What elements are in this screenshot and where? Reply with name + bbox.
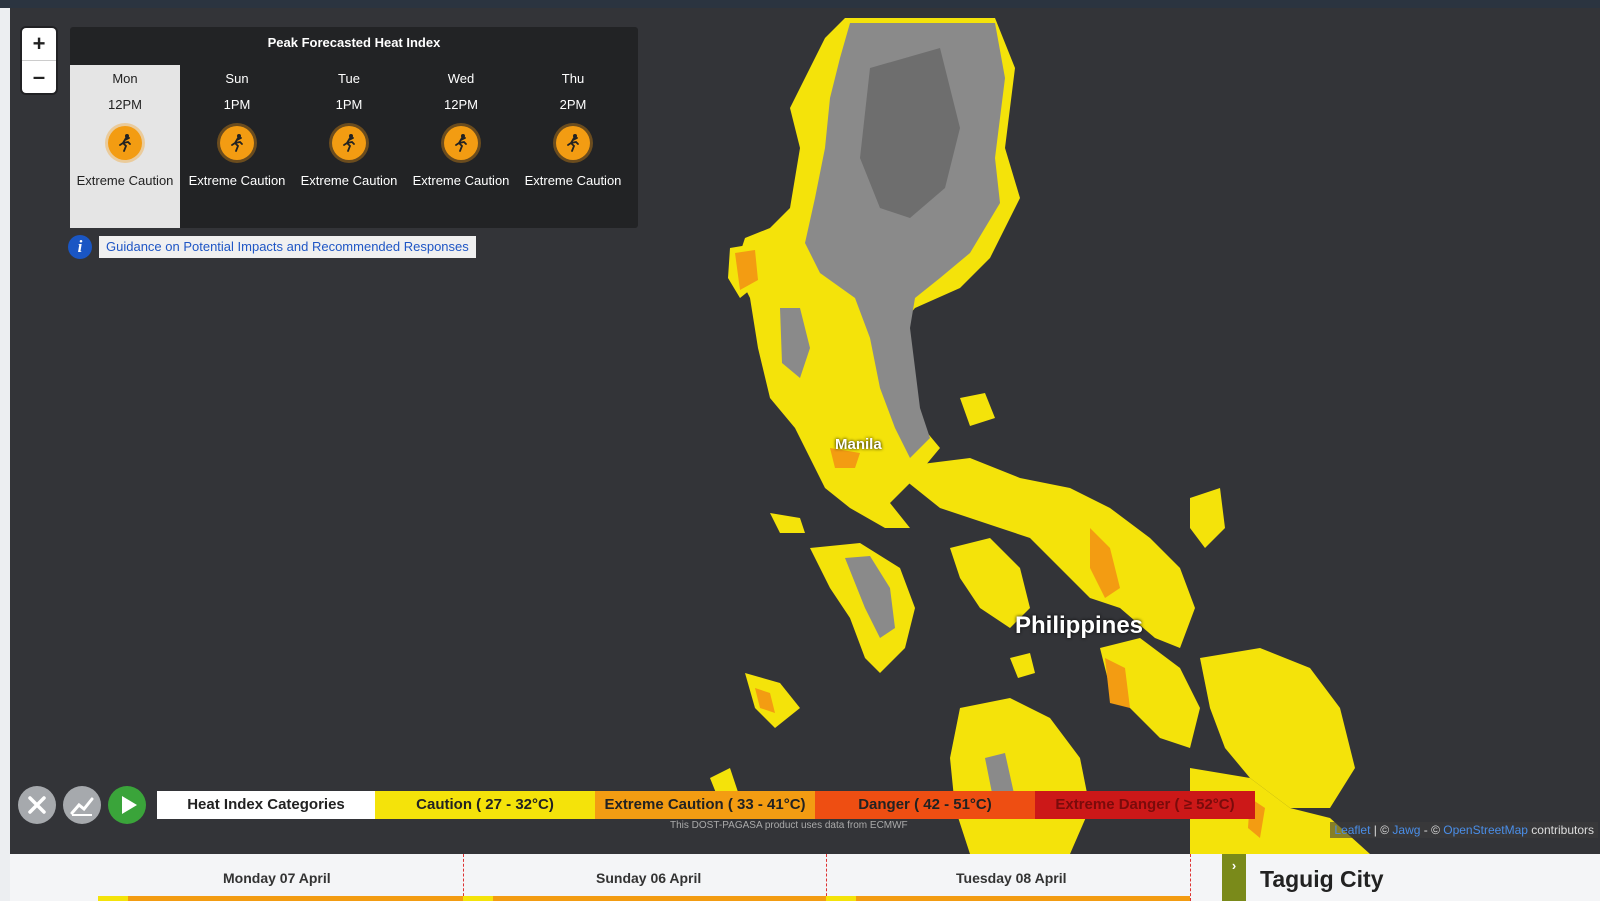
close-icon bbox=[28, 796, 46, 814]
top-bar bbox=[0, 0, 1600, 8]
zoom-in-button[interactable]: + bbox=[22, 28, 56, 60]
day-level: Extreme Caution bbox=[76, 173, 174, 188]
heat-runner-icon bbox=[108, 126, 142, 160]
timeline-date: Sunday 06 April bbox=[596, 870, 702, 886]
chart-button[interactable] bbox=[63, 786, 101, 824]
day-time: 1PM bbox=[223, 97, 251, 112]
timeline-caution-segment bbox=[463, 896, 493, 901]
timeline-extreme-caution-segment bbox=[856, 896, 1190, 901]
day-time: 12PM bbox=[444, 97, 478, 112]
heat-runner-icon bbox=[332, 126, 366, 160]
timeline-divider bbox=[463, 854, 464, 901]
timeline-extreme-caution-segment bbox=[128, 896, 463, 901]
timeline-divider bbox=[826, 854, 827, 901]
osm-link[interactable]: OpenStreetMap bbox=[1443, 823, 1528, 837]
timeline-caution-segment bbox=[98, 896, 128, 901]
zoom-out-button[interactable]: – bbox=[22, 60, 56, 93]
heat-runner-icon bbox=[444, 126, 478, 160]
heat-index-map[interactable]: + – Peak Forecasted Heat Index Mon 12PM … bbox=[10, 8, 1600, 854]
panay-negros bbox=[950, 698, 1090, 854]
leaflet-link[interactable]: Leaflet bbox=[1334, 823, 1370, 837]
day-card-0[interactable]: Mon 12PM Extreme Caution bbox=[70, 65, 180, 228]
day-time: 1PM bbox=[335, 97, 363, 112]
close-button[interactable] bbox=[18, 786, 56, 824]
day-level: Extreme Caution bbox=[300, 173, 398, 188]
manila-label: Manila bbox=[835, 436, 882, 453]
chart-icon bbox=[70, 797, 94, 816]
expand-panel-button[interactable]: › bbox=[1222, 854, 1246, 901]
location-name: Taguig City bbox=[1260, 866, 1384, 892]
day-time: 12PM bbox=[108, 97, 142, 112]
peak-heat-index-panel: Peak Forecasted Heat Index Mon 12PM Extr… bbox=[70, 27, 638, 228]
heat-runner-icon bbox=[220, 126, 254, 160]
chevron-right-icon: › bbox=[1231, 858, 1237, 873]
day-name: Tue bbox=[338, 71, 360, 86]
guidance-link[interactable]: Guidance on Potential Impacts and Recomm… bbox=[99, 236, 476, 258]
day-card-1[interactable]: Sun 1PM Extreme Caution bbox=[182, 65, 292, 228]
day-level: Extreme Caution bbox=[412, 173, 510, 188]
play-button[interactable] bbox=[108, 786, 146, 824]
product-note: This DOST-PAGASA product uses data from … bbox=[670, 820, 908, 831]
heat-runner-icon bbox=[556, 126, 590, 160]
samar-island bbox=[1190, 488, 1225, 548]
timeline-caution-segment bbox=[826, 896, 856, 901]
zoom-control: + – bbox=[22, 28, 56, 93]
jawg-link[interactable]: Jawg bbox=[1392, 823, 1420, 837]
country-label: Philippines bbox=[1015, 612, 1144, 639]
timeline-date: Monday 07 April bbox=[223, 870, 331, 886]
legend-extreme-caution: Extreme Caution ( 33 - 41°C) bbox=[595, 791, 815, 819]
day-card-3[interactable]: Wed 12PM Extreme Caution bbox=[406, 65, 516, 228]
palawan-tip bbox=[745, 673, 800, 728]
day-card-2[interactable]: Tue 1PM Extreme Caution bbox=[294, 65, 404, 228]
legend-danger: Danger ( 42 - 51°C) bbox=[815, 791, 1035, 819]
day-name: Sun bbox=[225, 71, 249, 86]
legend-title: Heat Index Categories bbox=[157, 791, 375, 819]
day-level: Extreme Caution bbox=[188, 173, 286, 188]
day-card-4[interactable]: Thu 2PM Extreme Caution bbox=[518, 65, 628, 228]
day-name: Mon bbox=[112, 71, 138, 86]
panel-title: Peak Forecasted Heat Index bbox=[267, 35, 441, 50]
timeline-bar[interactable]: Monday 07 April Sunday 06 April Tuesday … bbox=[10, 854, 1600, 901]
map-attribution: Leaflet | © Jawg - © OpenStreetMap contr… bbox=[1330, 822, 1598, 838]
timeline-date: Tuesday 08 April bbox=[956, 870, 1067, 886]
day-name: Thu bbox=[561, 71, 585, 86]
info-icon[interactable]: i bbox=[68, 235, 92, 259]
timeline-divider bbox=[1190, 854, 1191, 901]
day-level: Extreme Caution bbox=[524, 173, 622, 188]
legend-caution: Caution ( 27 - 32°C) bbox=[375, 791, 595, 819]
day-time: 2PM bbox=[559, 97, 587, 112]
legend-extreme-danger: Extreme Danger ( ≥ 52°C) bbox=[1035, 791, 1255, 819]
play-icon bbox=[122, 796, 137, 814]
timeline-extreme-caution-segment bbox=[493, 896, 826, 901]
day-name: Wed bbox=[447, 71, 475, 86]
